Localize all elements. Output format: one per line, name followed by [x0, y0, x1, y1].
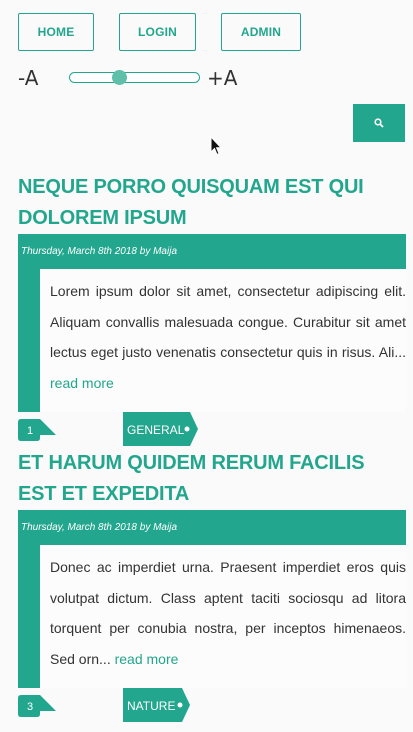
- post-card: NEQUE PORRO QUISQUAM EST QUI DOLOREM IPS…: [18, 172, 406, 448]
- tag-text: GENERAL: [127, 423, 185, 437]
- post-meta: Thursday, March 8th 2018 by Maija: [18, 510, 406, 545]
- comment-count: 1: [27, 425, 33, 437]
- search-icon: [374, 118, 384, 128]
- top-nav: HOME LOGIN ADMIN: [18, 13, 301, 51]
- post-card: ET HARUM QUIDEM RERUM FACILIS EST ET EXP…: [18, 448, 406, 724]
- post-body: Lorem ipsum dolor sit amet, consectetur …: [18, 269, 406, 412]
- comment-count: 3: [27, 701, 33, 713]
- post-meta: Thursday, March 8th 2018 by Maija: [18, 234, 406, 269]
- post-title[interactable]: NEQUE PORRO QUISQUAM EST QUI DOLOREM IPS…: [18, 172, 406, 234]
- tag-dot-icon: [184, 426, 190, 432]
- post-footer: 3 NATURE: [18, 688, 406, 724]
- tag-dot-icon: [177, 702, 183, 708]
- home-button[interactable]: HOME: [18, 13, 94, 51]
- excerpt-text: Lorem ipsum dolor sit amet, consectetur …: [50, 283, 406, 361]
- post-excerpt: Lorem ipsum dolor sit amet, consectetur …: [40, 269, 406, 412]
- slider-thumb[interactable]: [112, 70, 127, 85]
- admin-button[interactable]: ADMIN: [221, 13, 301, 51]
- font-increase-button[interactable]: +A: [207, 66, 237, 90]
- post-body: Donec ac imperdiet urna. Praesent imperd…: [18, 545, 406, 688]
- read-more-link[interactable]: read more: [50, 375, 114, 391]
- tag-label[interactable]: GENERAL: [123, 412, 198, 446]
- font-decrease-button[interactable]: -A: [18, 66, 38, 90]
- tag-label[interactable]: NATURE: [123, 688, 190, 722]
- search-button[interactable]: [353, 104, 405, 142]
- post-excerpt: Donec ac imperdiet urna. Praesent imperd…: [40, 545, 406, 688]
- font-size-control: -A +A: [18, 66, 238, 90]
- excerpt-text: Donec ac imperdiet urna. Praesent imperd…: [50, 559, 406, 668]
- read-more-link[interactable]: read more: [115, 651, 179, 667]
- post-footer: 1 GENERAL: [18, 412, 406, 448]
- comment-count-badge[interactable]: 3: [18, 695, 56, 717]
- login-button[interactable]: LOGIN: [119, 13, 196, 51]
- comment-count-badge[interactable]: 1: [18, 419, 56, 441]
- font-size-slider[interactable]: [69, 70, 200, 85]
- mouse-cursor-icon: [210, 136, 222, 156]
- tag-text: NATURE: [127, 699, 175, 713]
- post-title[interactable]: ET HARUM QUIDEM RERUM FACILIS EST ET EXP…: [18, 448, 406, 510]
